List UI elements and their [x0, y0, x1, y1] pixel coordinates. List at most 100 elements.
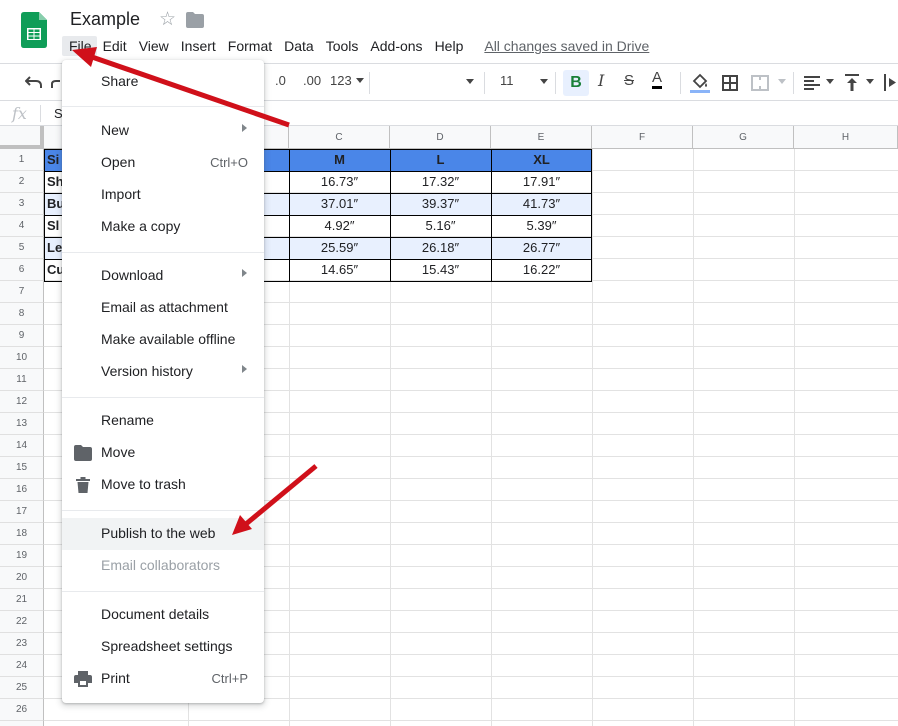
row-header-9[interactable]: 9 [0, 325, 44, 347]
menu-insert[interactable]: Insert [175, 36, 222, 56]
menu-item-make-copy[interactable]: Make a copy [62, 211, 264, 243]
undo-icon[interactable] [25, 75, 42, 89]
row-header-21[interactable]: 21 [0, 589, 44, 611]
menu-edit[interactable]: Edit [97, 36, 133, 56]
table-cell[interactable]: 41.73″ [491, 193, 592, 215]
row-header-1[interactable]: 1 [0, 149, 44, 171]
column-header-f[interactable]: F [592, 126, 693, 149]
row-header-14[interactable]: 14 [0, 435, 44, 457]
column-header-d[interactable]: D [390, 126, 491, 149]
row-header-25[interactable]: 25 [0, 677, 44, 699]
menu-item-spreadsheet-settings[interactable]: Spreadsheet settings [62, 631, 264, 663]
redo-icon[interactable] [51, 75, 61, 89]
row-header-6[interactable]: 6 [0, 259, 44, 281]
row-header-18[interactable]: 18 [0, 523, 44, 545]
table-header-cell[interactable]: L [390, 149, 491, 171]
table-cell[interactable]: 4.92″ [289, 215, 390, 237]
menu-format[interactable]: Format [222, 36, 278, 56]
menu-item-email-collaborators[interactable]: Email collaborators [62, 550, 264, 582]
sheets-logo-icon[interactable] [21, 12, 47, 48]
table-cell[interactable]: 5.39″ [491, 215, 592, 237]
column-header-h[interactable]: H [794, 126, 898, 149]
decrease-decimal-button[interactable]: .0 [275, 73, 286, 88]
horizontal-align-icon[interactable] [804, 76, 820, 90]
merge-cells-icon[interactable] [751, 75, 769, 91]
row-header-4[interactable]: 4 [0, 215, 44, 237]
row-header-17[interactable]: 17 [0, 501, 44, 523]
table-cell[interactable]: 26.18″ [390, 237, 491, 259]
menu-item-rename[interactable]: Rename [62, 405, 264, 437]
fill-color-icon[interactable] [690, 72, 710, 94]
row-header-24[interactable]: 24 [0, 655, 44, 677]
menu-item-email-attachment[interactable]: Email as attachment [62, 292, 264, 324]
folder-icon[interactable] [186, 12, 204, 28]
menu-item-print[interactable]: Print Ctrl+P [62, 663, 264, 695]
row-header-11[interactable]: 11 [0, 369, 44, 391]
menu-item-version-history[interactable]: Version history [62, 356, 264, 388]
document-title[interactable]: Example [70, 9, 140, 30]
bold-button[interactable]: B [563, 70, 589, 96]
horizontal-align-dropdown-icon[interactable] [826, 79, 834, 84]
table-cell[interactable]: 26.77″ [491, 237, 592, 259]
row-header-16[interactable]: 16 [0, 479, 44, 501]
vertical-align-dropdown-icon[interactable] [866, 79, 874, 84]
menu-item-open[interactable]: Open Ctrl+O [62, 147, 264, 179]
table-cell[interactable]: 16.73″ [289, 171, 390, 193]
table-cell[interactable]: 15.43″ [390, 259, 491, 281]
menu-file[interactable]: File [62, 36, 97, 56]
font-dropdown-icon[interactable] [466, 79, 474, 84]
table-header-cell[interactable]: XL [491, 149, 592, 171]
menu-item-move[interactable]: Move [62, 437, 264, 469]
table-cell[interactable]: 25.59″ [289, 237, 390, 259]
row-header-5[interactable]: 5 [0, 237, 44, 259]
menu-view[interactable]: View [133, 36, 175, 56]
number-format-button[interactable]: 123 [330, 73, 352, 88]
row-header-23[interactable]: 23 [0, 633, 44, 655]
menu-tools[interactable]: Tools [320, 36, 365, 56]
row-header-7[interactable]: 7 [0, 281, 44, 303]
row-header-10[interactable]: 10 [0, 347, 44, 369]
vertical-align-icon[interactable] [845, 74, 859, 91]
row-header-27[interactable]: 27 [0, 721, 44, 726]
borders-icon[interactable] [722, 75, 738, 91]
table-cell[interactable]: 16.22″ [491, 259, 592, 281]
row-header-8[interactable]: 8 [0, 303, 44, 325]
column-header-e[interactable]: E [491, 126, 592, 149]
menu-item-document-details[interactable]: Document details [62, 599, 264, 631]
table-cell[interactable]: 5.16″ [390, 215, 491, 237]
menu-add-ons[interactable]: Add-ons [364, 36, 428, 56]
column-header-c[interactable]: C [289, 126, 390, 149]
menu-item-make-offline[interactable]: Make available offline [62, 324, 264, 356]
menu-item-publish-web[interactable]: Publish to the web [62, 518, 264, 550]
select-all-corner[interactable] [0, 126, 44, 149]
merge-dropdown-icon[interactable] [778, 79, 786, 84]
table-cell[interactable]: 17.32″ [390, 171, 491, 193]
row-header-26[interactable]: 26 [0, 699, 44, 721]
text-color-button[interactable]: A [652, 70, 663, 89]
save-status-link[interactable]: All changes saved in Drive [478, 36, 655, 56]
menu-item-share[interactable]: Share [62, 66, 264, 98]
table-cell[interactable]: 37.01″ [289, 193, 390, 215]
menu-item-new[interactable]: New [62, 115, 264, 147]
font-size-field[interactable]: 11 [500, 73, 514, 88]
table-cell[interactable]: 17.91″ [491, 171, 592, 193]
star-icon[interactable]: ☆ [159, 8, 176, 31]
strikethrough-button[interactable]: S [624, 72, 634, 89]
row-header-13[interactable]: 13 [0, 413, 44, 435]
menu-item-move-trash[interactable]: Move to trash [62, 469, 264, 501]
column-header-g[interactable]: G [693, 126, 794, 149]
italic-button[interactable]: I [598, 71, 604, 90]
font-size-dropdown-icon[interactable] [540, 79, 548, 84]
menu-data[interactable]: Data [278, 36, 320, 56]
text-wrap-icon[interactable] [884, 74, 898, 91]
row-header-3[interactable]: 3 [0, 193, 44, 215]
number-format-dropdown-icon[interactable] [356, 78, 364, 83]
menu-item-download[interactable]: Download [62, 260, 264, 292]
table-cell[interactable]: 39.37″ [390, 193, 491, 215]
row-header-2[interactable]: 2 [0, 171, 44, 193]
menu-item-import[interactable]: Import [62, 179, 264, 211]
menu-help[interactable]: Help [429, 36, 470, 56]
row-header-15[interactable]: 15 [0, 457, 44, 479]
row-header-19[interactable]: 19 [0, 545, 44, 567]
row-header-20[interactable]: 20 [0, 567, 44, 589]
